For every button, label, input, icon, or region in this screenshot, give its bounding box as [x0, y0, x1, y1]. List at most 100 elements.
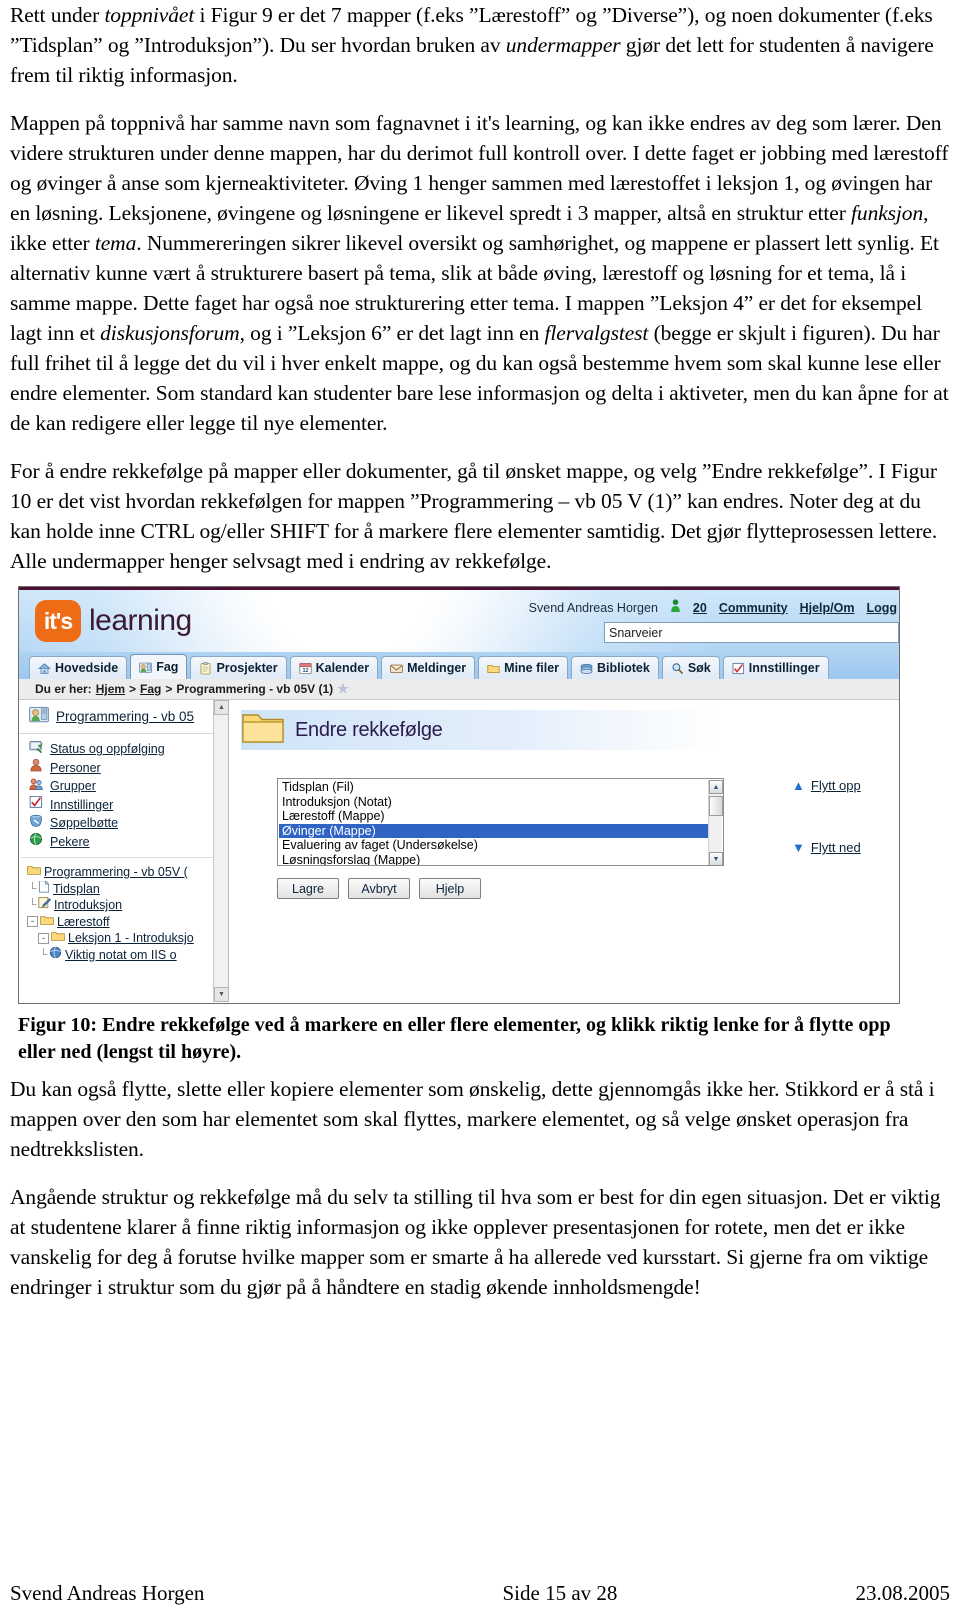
- status-icon: [29, 740, 43, 759]
- move-up-link[interactable]: ▲ Flytt opp: [792, 778, 899, 793]
- tab-fag[interactable]: Fag: [130, 654, 188, 679]
- sidebar-item-pekere[interactable]: Pekere: [29, 833, 228, 852]
- sidebar-item-status[interactable]: Status og oppfølging: [29, 740, 228, 759]
- main-panel: Endre rekkefølge Tidsplan (Fil) Introduk…: [229, 700, 899, 1002]
- figure-caption: Figur 10: Endre rekkefølge ved å markere…: [18, 1014, 891, 1063]
- mail-icon: [390, 662, 403, 675]
- star-icon[interactable]: ★: [337, 681, 349, 697]
- magnifier-icon: [671, 662, 684, 675]
- shortcuts-wrapper: Snarveier: [604, 622, 899, 643]
- paragraph-4: Du kan også flytte, slette eller kopiere…: [10, 1077, 935, 1161]
- sidebar-item-label: Innstillinger: [50, 797, 114, 812]
- order-listbox[interactable]: Tidsplan (Fil) Introduksjon (Notat) Lære…: [277, 778, 724, 866]
- folder-icon: [241, 710, 285, 751]
- page-footer: Svend Andreas Horgen Side 15 av 28 23.08…: [10, 1581, 950, 1606]
- shortcuts-select[interactable]: Snarveier: [604, 622, 899, 643]
- list-item[interactable]: Introduksjon (Notat): [279, 795, 709, 810]
- save-button[interactable]: Lagre: [277, 878, 339, 899]
- tree-row[interactable]: - Leksjon 1 - Introduksjo: [27, 930, 228, 947]
- cancel-button[interactable]: Avbryt: [348, 878, 410, 899]
- tree-row[interactable]: └ Introduksjon: [27, 897, 228, 914]
- user-name: Svend Andreas Horgen: [528, 600, 658, 615]
- tree-toggle[interactable]: -: [38, 932, 49, 944]
- note-icon: [38, 897, 54, 914]
- globe-icon: [49, 946, 65, 964]
- checklist-icon: [732, 662, 745, 675]
- itslearning-screenshot: it's learning Svend Andreas Horgen 20 Co…: [18, 586, 900, 1004]
- tree-label: Lærestoff: [57, 914, 110, 929]
- list-item[interactable]: Tidsplan (Fil): [279, 780, 709, 795]
- sidebar-item-innstillinger[interactable]: Innstillinger: [29, 796, 228, 815]
- online-users-count[interactable]: 20: [693, 601, 707, 615]
- tree-row[interactable]: Programmering - vb 05V (: [27, 864, 228, 881]
- scroll-down-icon[interactable]: ▼: [214, 987, 229, 1002]
- help-button[interactable]: Hjelp: [419, 878, 481, 899]
- list-item-selected[interactable]: Øvinger (Mappe): [279, 823, 709, 838]
- course-sidebar: Programmering - vb 05 Status og oppfølgi…: [19, 700, 229, 1002]
- tab-innstillinger[interactable]: Innstillinger: [722, 656, 829, 679]
- course-icon: [139, 661, 153, 674]
- tab-label: Søk: [687, 661, 711, 675]
- tab-meldinger[interactable]: Meldinger: [381, 656, 476, 679]
- folder-icon: [40, 914, 57, 931]
- breadcrumb-item-hjem[interactable]: Hjem: [96, 682, 125, 696]
- tab-mine-filer[interactable]: Mine filer: [478, 656, 569, 679]
- home-icon: [37, 662, 52, 675]
- trash-icon: [29, 814, 43, 833]
- course-icon: [29, 705, 49, 729]
- tab-label: Prosjekter: [216, 661, 278, 675]
- tree-row[interactable]: └ Tidsplan: [27, 880, 228, 898]
- tree-toggle[interactable]: -: [27, 916, 38, 928]
- breadcrumb-separator: >: [165, 682, 173, 696]
- sidebar-item-soppelbotte[interactable]: Søppelbøtte: [29, 814, 228, 833]
- sidebar-divider: [21, 857, 216, 858]
- dialog-title: Endre rekkefølge: [295, 718, 443, 741]
- paragraph-2: Mappen på toppnivå har samme navn som fa…: [10, 111, 949, 435]
- scroll-down-icon[interactable]: ▼: [709, 852, 723, 865]
- breadcrumb-item-current: Programmering - vb 05V (1): [176, 682, 334, 696]
- checklist-icon: [29, 796, 43, 815]
- sidebar-course-header[interactable]: Programmering - vb 05: [19, 700, 228, 734]
- sidebar-item-grupper[interactable]: Grupper: [29, 777, 228, 796]
- logo-badge: it's: [35, 600, 81, 642]
- list-item[interactable]: Evaluering av faget (Undersøkelse): [279, 838, 709, 853]
- sidebar-scrollbar[interactable]: ▲ ▼: [213, 700, 229, 1002]
- tab-label: Fag: [156, 660, 179, 674]
- reorder-area: Tidsplan (Fil) Introduksjon (Notat) Lære…: [277, 778, 877, 899]
- calendar-icon: 12: [299, 662, 312, 675]
- tree-label: Viktig notat om IIS o: [65, 947, 177, 962]
- list-item[interactable]: Løsningsforslag (Mappe): [279, 853, 709, 866]
- tree-label: Introduksjon: [54, 898, 123, 913]
- tree-label: Programmering - vb 05V (: [44, 865, 188, 880]
- listbox-scrollbar[interactable]: ▲ ▼: [708, 780, 723, 865]
- books-icon: [580, 662, 593, 675]
- sidebar-item-personer[interactable]: Personer: [29, 759, 228, 778]
- footer-author: Svend Andreas Horgen: [10, 1581, 205, 1605]
- tab-label: Bibliotek: [597, 661, 650, 675]
- tab-label: Hovedside: [55, 661, 119, 675]
- tab-sok[interactable]: Søk: [661, 656, 720, 679]
- community-link[interactable]: Community: [719, 601, 788, 615]
- tab-kalender[interactable]: 12 Kalender: [289, 656, 379, 679]
- sidebar-links: Status og oppfølging Personer Grupper In…: [19, 734, 228, 851]
- tab-bibliotek[interactable]: Bibliotek: [571, 656, 659, 679]
- help-about-link[interactable]: Hjelp/Om: [800, 601, 855, 615]
- tree-row[interactable]: - Lærestoff: [27, 914, 228, 931]
- scrollbar-thumb[interactable]: [709, 796, 723, 816]
- breadcrumb-item-fag[interactable]: Fag: [140, 682, 161, 696]
- tree-row[interactable]: └ Viktig notat om IIS o: [27, 946, 228, 964]
- chevron-down-icon: ▼: [792, 840, 805, 855]
- tab-hovedside[interactable]: Hovedside: [29, 656, 128, 679]
- scroll-up-icon[interactable]: ▲: [709, 780, 723, 794]
- breadcrumb-prefix: Du er her:: [35, 682, 92, 696]
- tree-line: └: [28, 899, 37, 912]
- logout-link[interactable]: Logg: [866, 601, 897, 615]
- scroll-up-icon[interactable]: ▲: [214, 700, 229, 715]
- breadcrumb: Du er her: Hjem > Fag > Programmering - …: [19, 679, 899, 700]
- sidebar-item-label: Grupper: [50, 779, 96, 794]
- move-down-link[interactable]: ▼ Flytt ned: [792, 840, 899, 855]
- globe-icon: [29, 833, 43, 852]
- list-item[interactable]: Lærestoff (Mappe): [279, 809, 709, 824]
- tab-prosjekter[interactable]: Prosjekter: [190, 656, 287, 679]
- logo[interactable]: it's learning: [35, 600, 192, 642]
